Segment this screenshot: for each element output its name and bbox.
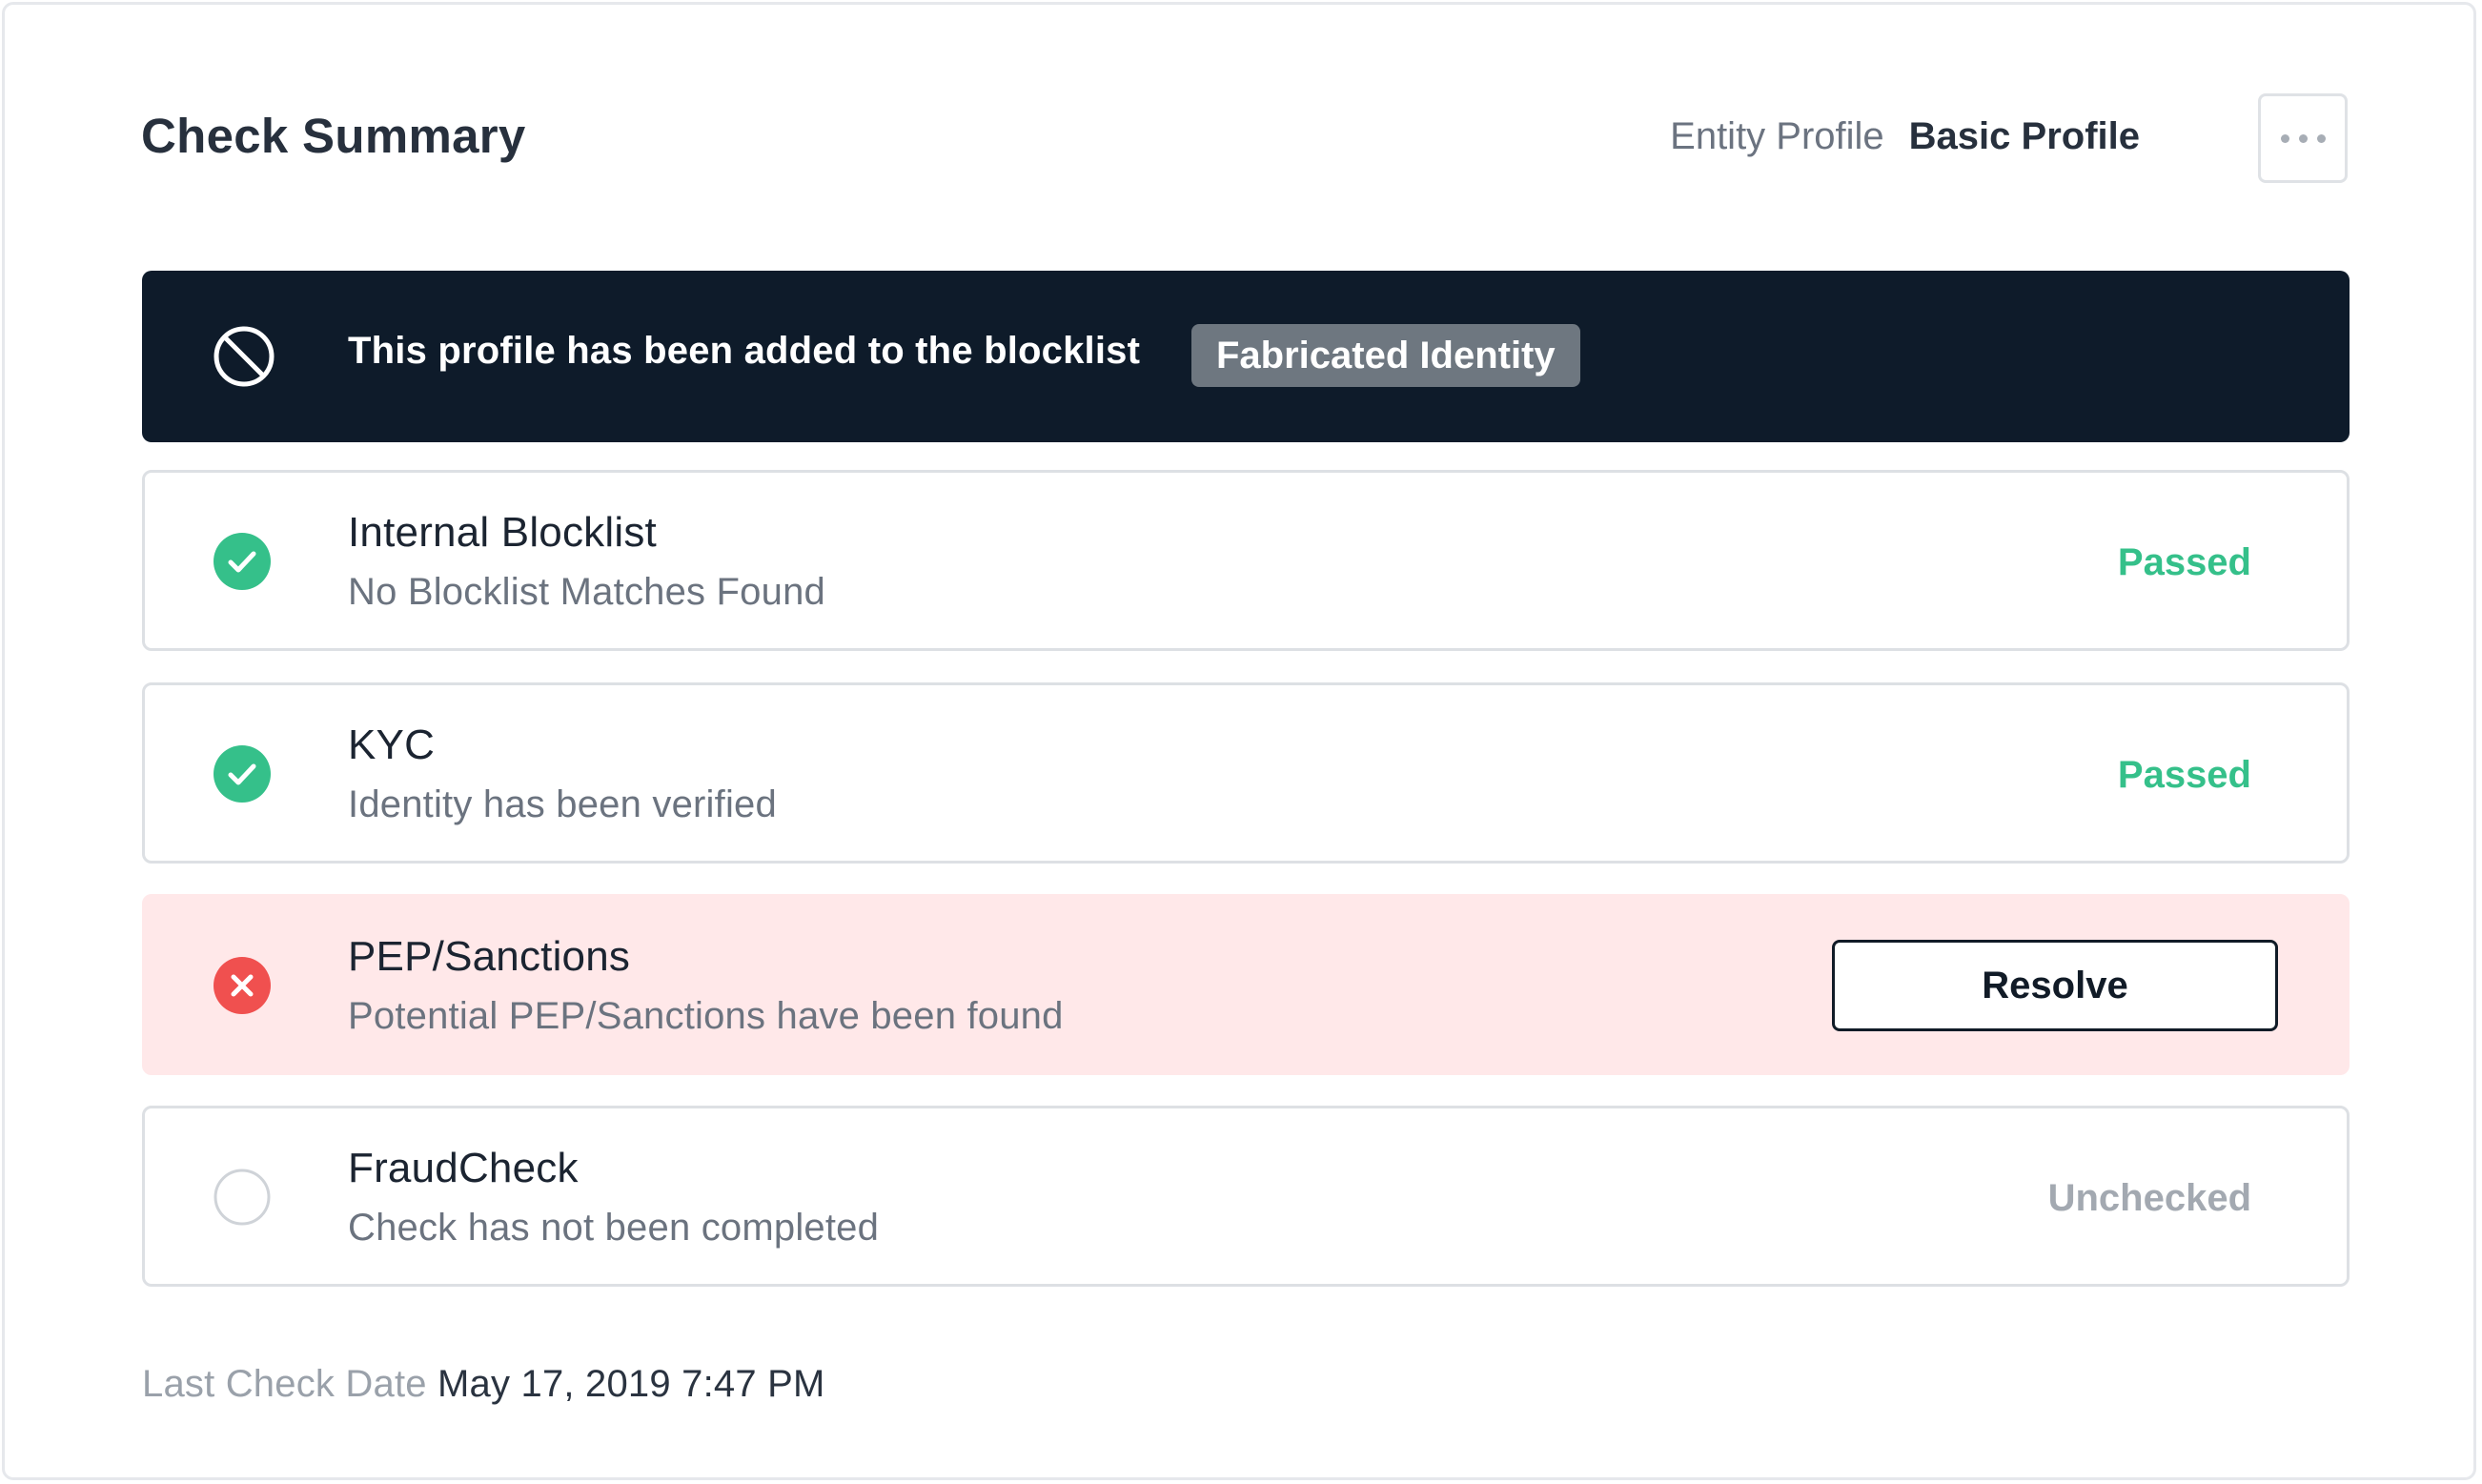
blocklist-banner: This profile has been added to the block… [142,271,2350,442]
resolve-button[interactable]: Resolve [1832,940,2278,1031]
block-icon [214,326,275,387]
last-check-date-value: May 17, 2019 7:47 PM [437,1363,825,1405]
check-summary-card: Check Summary Entity Profile Basic Profi… [2,2,2476,1480]
check-name: Internal Blocklist [348,509,657,556]
check-circle-icon [214,533,271,590]
last-check-date-label: Last Check Date [142,1363,427,1405]
blocklist-message: This profile has been added to the block… [348,330,1141,372]
page-title: Check Summary [141,109,526,163]
check-row-pep-sanctions: PEP/Sanctions Potential PEP/Sanctions ha… [142,894,2350,1075]
check-row-kyc: KYC Identity has been verified Passed [142,682,2350,864]
check-name: FraudCheck [348,1145,579,1191]
check-status: Passed [2117,541,2251,583]
x-circle-icon [214,957,271,1014]
check-circle-icon [214,745,271,803]
check-description: Identity has been verified [348,783,777,825]
more-horizontal-icon [2280,133,2289,143]
basic-profile-tab[interactable]: Basic Profile [1909,115,2140,158]
check-description: No Blocklist Matches Found [348,571,825,613]
blocklist-reason-badge: Fabricated Identity [1191,324,1580,387]
check-name: KYC [348,722,436,768]
check-status: Passed [2117,754,2251,796]
check-row-fraudcheck: FraudCheck Check has not been completed … [142,1106,2350,1287]
check-status: Unchecked [2047,1177,2251,1219]
empty-circle-icon [214,1169,271,1226]
profile-switcher: Entity Profile Basic Profile [1670,115,2140,158]
check-description: Potential PEP/Sanctions have been found [348,995,1064,1037]
entity-profile-tab[interactable]: Entity Profile [1670,115,1884,158]
more-options-button[interactable] [2258,93,2348,183]
last-check-date: Last Check Date May 17, 2019 7:47 PM [142,1363,825,1406]
check-name: PEP/Sanctions [348,933,631,980]
check-description: Check has not been completed [348,1207,880,1249]
more-horizontal-icon-dot [2316,133,2326,143]
check-row-internal-blocklist: Internal Blocklist No Blocklist Matches … [142,470,2350,651]
more-horizontal-icon-dot [2298,133,2308,143]
